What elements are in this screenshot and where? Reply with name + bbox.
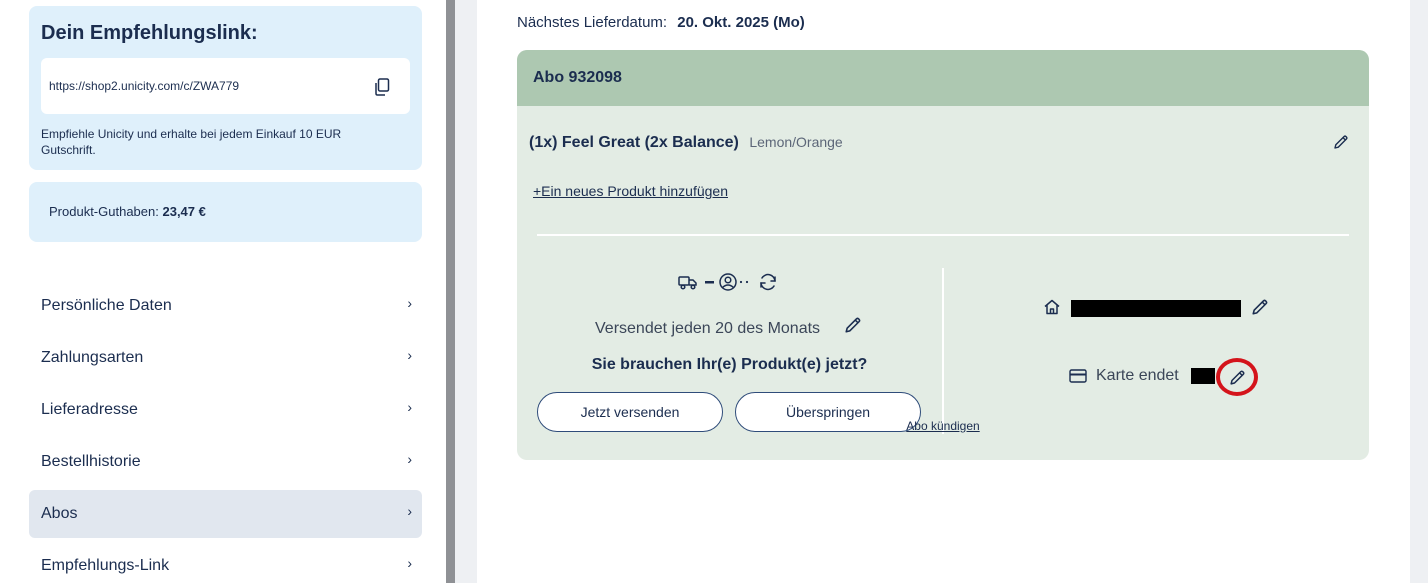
column-divider	[942, 268, 944, 434]
delivery-cycle-icons	[678, 273, 776, 291]
chevron-right-icon: ›	[407, 399, 412, 415]
pencil-icon	[1230, 370, 1245, 385]
nav-item-personal-data[interactable]: Persönliche Daten ›	[29, 282, 422, 330]
pencil-icon[interactable]	[1333, 134, 1349, 150]
chevron-right-icon: ›	[407, 503, 412, 519]
truck-icon	[678, 276, 697, 290]
chevron-right-icon: ›	[407, 451, 412, 467]
next-delivery-date: Nächstes Lieferdatum: 20. Okt. 2025 (Mo)	[517, 14, 805, 31]
refresh-icon	[760, 273, 776, 291]
credit-value: 23,47 €	[162, 204, 206, 219]
referral-link-box: https://shop2.unicity.com/c/ZWA779	[41, 58, 410, 114]
cancel-subscription-row: Abo kündigen	[517, 417, 1369, 435]
nav-item-label: Empfehlungs-Link	[41, 557, 170, 574]
section-divider	[537, 234, 1349, 236]
page-gutter-right	[1410, 0, 1428, 583]
home-icon	[1044, 299, 1060, 315]
subscription-card: Abo 932098 (1x) Feel Great (2x Balance) …	[517, 50, 1369, 460]
subscription-header: Abo 932098	[517, 50, 1369, 106]
nav-item-label: Abos	[41, 505, 78, 522]
nav-item-label: Persönliche Daten	[41, 297, 172, 314]
nav-item-label: Zahlungsarten	[41, 349, 144, 366]
product-line: (1x) Feel Great (2x Balance) Lemon/Orang…	[529, 134, 843, 152]
add-product-link[interactable]: +Ein neues Produkt hinzufügen	[533, 183, 728, 199]
nav-item-label: Bestellhistorie	[41, 453, 141, 470]
sidebar: Dein Empfehlungslink: https://shop2.unic…	[0, 0, 446, 583]
nav-item-subscriptions[interactable]: Abos ›	[29, 490, 422, 538]
user-circle-icon	[719, 273, 737, 291]
pencil-icon[interactable]	[1251, 298, 1269, 316]
nav-item-label: Lieferadresse	[41, 401, 138, 418]
next-delivery-label: Nächstes Lieferdatum:	[517, 14, 668, 31]
product-credit-card: Produkt-Guthaben: 23,47 €	[29, 182, 422, 242]
referral-description: Empfiehle Unicity und erhalte bei jedem …	[41, 127, 342, 157]
product-name: (1x) Feel Great (2x Balance)	[529, 134, 739, 151]
referral-url[interactable]: https://shop2.unicity.com/c/ZWA779	[49, 79, 239, 93]
nav-item-delivery-address[interactable]: Lieferadresse ›	[29, 386, 422, 434]
ship-schedule: Versendet jeden 20 des Monats	[595, 320, 821, 337]
card-ends-label: Karte endet	[1096, 367, 1179, 384]
next-delivery-value: 20. Okt. 2025 (Mo)	[677, 14, 805, 31]
subscription-title: Abo 932098	[533, 69, 622, 86]
referral-title: Dein Empfehlungslink:	[41, 22, 258, 44]
product-credit: Produkt-Guthaben: 23,47 €	[49, 204, 206, 219]
pencil-icon[interactable]	[844, 316, 862, 334]
cancel-subscription-link[interactable]: Abo kündigen	[906, 419, 979, 433]
product-variant: Lemon/Orange	[749, 134, 843, 150]
chevron-right-icon: ›	[407, 295, 412, 311]
need-now-heading: Sie brauchen Ihr(e) Produkt(e) jetzt?	[591, 356, 868, 373]
card-number-redacted	[1191, 368, 1215, 384]
credit-card-icon	[1069, 369, 1087, 383]
nav-item-payment-methods[interactable]: Zahlungsarten ›	[29, 334, 422, 382]
main-content: Nächstes Lieferdatum: 20. Okt. 2025 (Mo)…	[477, 0, 1410, 583]
address-redacted	[1071, 300, 1241, 317]
nav-item-referral-link[interactable]: Empfehlungs-Link ›	[29, 542, 422, 583]
copy-icon[interactable]	[374, 78, 390, 96]
chevron-right-icon: ›	[407, 347, 412, 363]
page-gutter	[455, 0, 477, 583]
credit-label: Produkt-Guthaben:	[49, 204, 159, 219]
chevron-right-icon: ›	[407, 555, 412, 571]
sidebar-divider	[446, 0, 455, 583]
edit-payment-button[interactable]	[1216, 358, 1258, 396]
nav-item-order-history[interactable]: Bestellhistorie ›	[29, 438, 422, 486]
referral-card: Dein Empfehlungslink: https://shop2.unic…	[29, 6, 422, 170]
